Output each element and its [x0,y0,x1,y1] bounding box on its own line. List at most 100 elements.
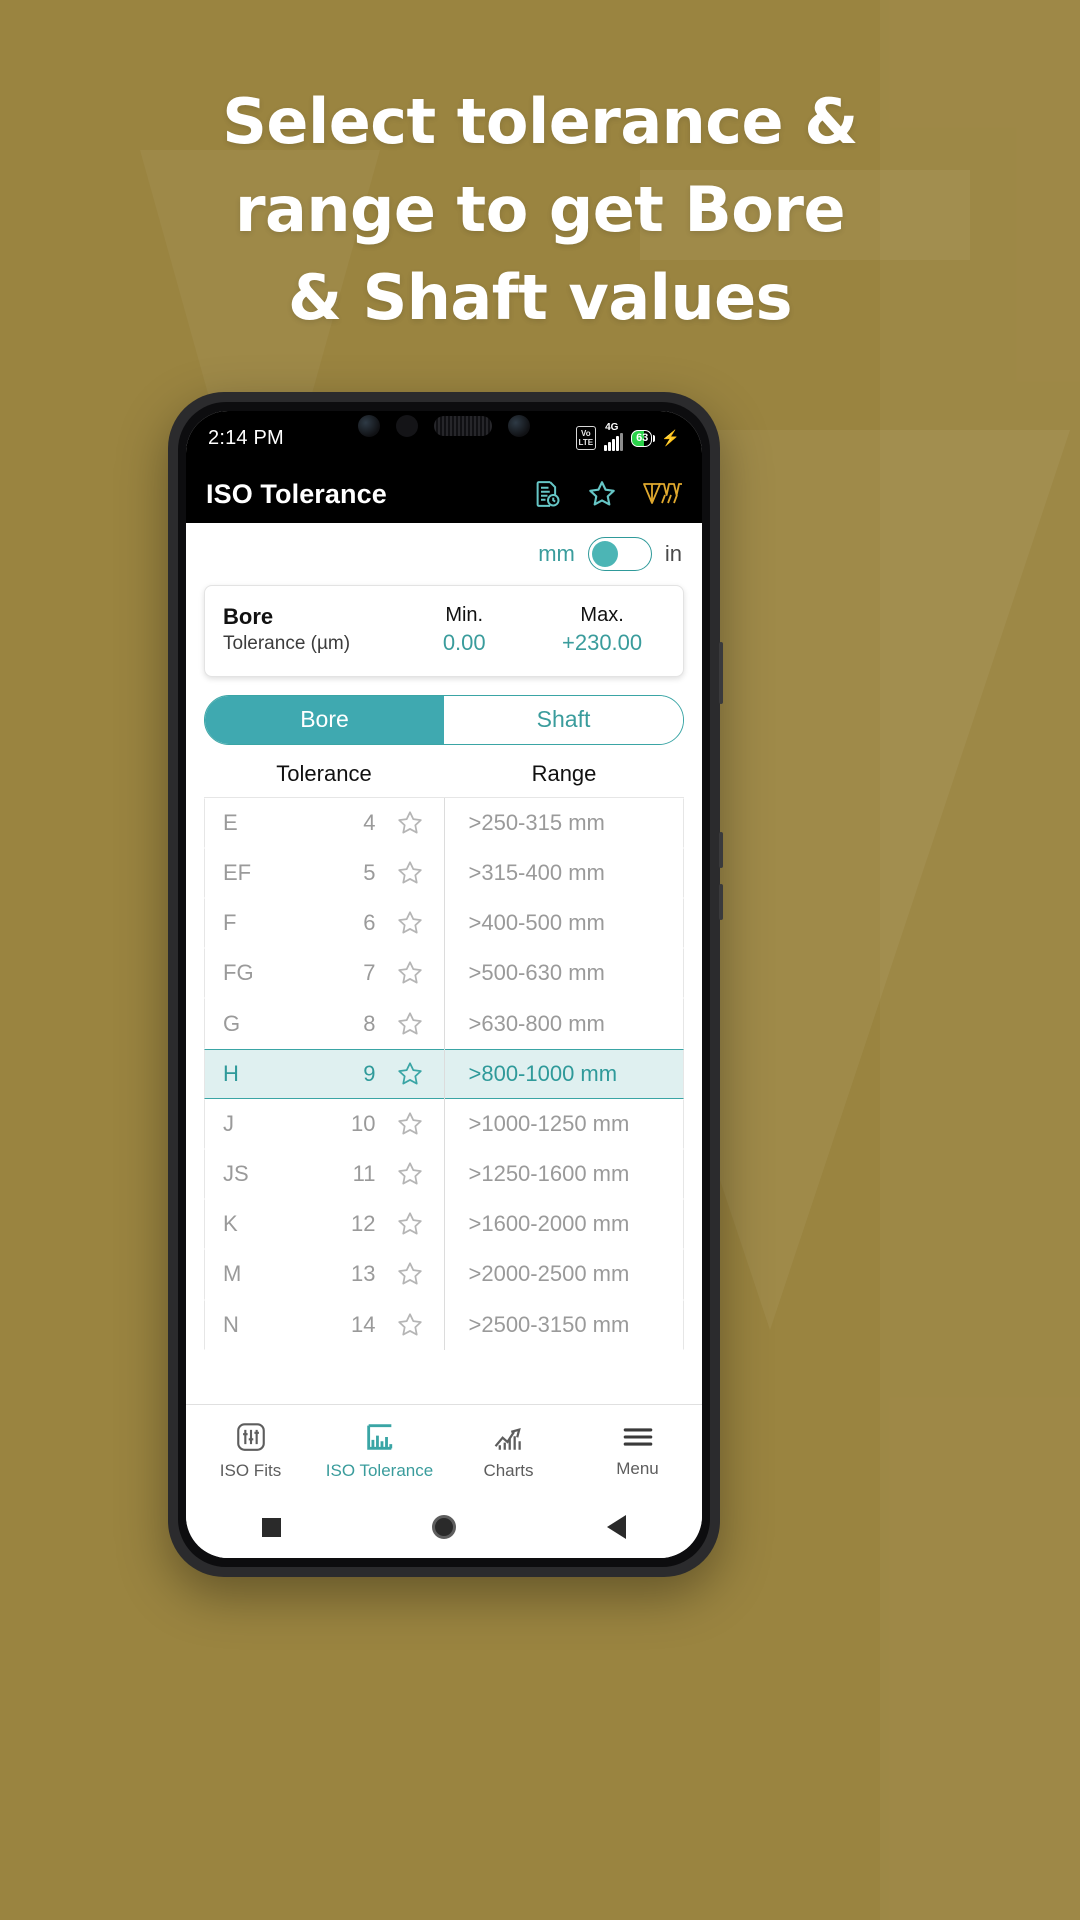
bore-shaft-segmented-control[interactable]: Bore Shaft [204,694,684,745]
back-triangle-icon[interactable] [607,1515,627,1539]
tolerance-row[interactable]: JS 11 [204,1149,444,1200]
nav-label-iso-tolerance: ISO Tolerance [325,1461,434,1480]
favorite-star-icon[interactable] [390,1009,430,1039]
tolerance-row[interactable]: J 10 [204,1098,444,1149]
tolerance-grade: 8 [363,1010,376,1036]
range-row[interactable]: >630-800 mm [445,998,684,1049]
favorite-star-icon[interactable] [390,1209,430,1239]
tolerance-row[interactable]: N 14 [204,1299,444,1350]
segment-bore[interactable]: Bore [205,695,444,744]
favorite-star-icon[interactable] [390,808,430,838]
volume-down-button [719,884,723,920]
range-list[interactable]: >250-315 mm >315-400 mm >400-500 mm >500-63… [444,797,684,1350]
favorite-star-icon[interactable] [390,1059,430,1089]
app-bar: ISO Tolerance [186,465,702,523]
range-label: >400-500 mm [468,910,605,936]
nav-label-charts: Charts [483,1461,534,1480]
favorite-star-icon[interactable] [390,1159,430,1189]
range-label: >500-630 mm [468,960,605,986]
unit-label-mm[interactable]: mm [538,541,575,567]
battery-icon: 63 [631,429,656,447]
nav-label-menu: Menu [616,1459,659,1478]
max-value: +230.00 [562,630,643,655]
phone-screen: 2:14 PM Vo LTE 4 G 63 ⚡ ISO Tolerance mm … [186,411,702,1558]
selection-lists: E 4 EF 5 F 6 FG 7 G 8 H 9 J 10 JS 11 K 12 M 13 N 14 >250-315 … [204,796,684,1350]
favorite-star-icon[interactable] [586,478,618,510]
headline-line-2: range to get Bore [234,173,846,247]
tolerance-row[interactable]: H9 [204,1048,444,1099]
tolerance-letter: N [223,1311,239,1337]
sensor-icon [396,415,418,437]
range-row[interactable]: >1000-1250 mm [445,1098,684,1149]
page-title: ISO Tolerance [206,478,387,509]
tolerance-grade: 7 [363,960,376,986]
favorite-star-icon[interactable] [390,1310,430,1340]
android-navigation-bar [186,1496,702,1558]
favorite-star-icon[interactable] [390,1109,430,1139]
range-row[interactable]: >1250-1600 mm [445,1149,684,1200]
range-label: >1000-1250 mm [468,1110,630,1136]
tolerance-letter: J [223,1110,234,1136]
tolerance-grade: 6 [363,910,376,936]
unit-toggle-row[interactable]: mm in [186,523,702,581]
range-row[interactable]: >250-315 mm [445,797,684,848]
range-label: >1600-2000 mm [468,1211,630,1237]
power-button [719,642,723,704]
history-document-icon[interactable] [532,479,562,509]
nav-item-iso-tolerance[interactable]: ISO Tolerance [315,1420,444,1481]
range-row[interactable]: >2000-2500 mm [445,1249,684,1300]
recents-square-icon[interactable] [261,1517,281,1537]
tolerance-row[interactable]: EF 5 [204,847,444,899]
nav-item-menu[interactable]: Menu [573,1422,702,1479]
tolerance-grade: 11 [352,1161,376,1187]
tolerance-row[interactable]: G8 [204,998,444,1049]
nav-label-iso-fits: ISO Fits [219,1461,282,1480]
tolerance-letter: H [223,1060,239,1086]
headline-line-3: & Shaft values [287,261,793,335]
range-row[interactable]: >500-630 mm [445,948,684,999]
tolerance-grade: 12 [351,1211,376,1237]
favorite-star-icon[interactable] [390,908,430,938]
earpiece-speaker-icon [434,416,492,436]
volte-icon: Vo LTE [575,426,597,450]
tolerance-grade: 14 [351,1311,376,1337]
range-row[interactable]: >2500-3150 mm [445,1299,684,1350]
favorite-star-icon[interactable] [390,1259,430,1289]
tolerance-column-header: Tolerance [276,760,372,786]
tolerance-grade: 10 [351,1110,376,1136]
status-time: 2:14 PM [208,426,284,449]
unit-label-in[interactable]: in [665,541,682,567]
range-label: >250-315 mm [468,809,605,835]
tolerance-letter: G [223,1010,241,1036]
tolerance-row[interactable]: K 12 [204,1199,444,1250]
battery-percent: 63 [636,432,649,444]
tolerance-row[interactable]: F6 [204,898,444,949]
tolerance-grade: 13 [351,1261,376,1287]
tolerance-row[interactable]: FG 7 [204,948,444,999]
range-label: >1250-1600 mm [468,1161,630,1187]
charging-bolt-icon: ⚡ [661,430,680,447]
brand-logo-icon[interactable] [642,479,684,509]
switch-knob [591,540,618,567]
nav-item-charts[interactable]: Charts [444,1420,573,1481]
tolerance-letter: FG [223,960,254,986]
unit-switch[interactable] [587,537,652,571]
range-row[interactable]: >400-500 mm [445,898,684,949]
nav-item-iso-fits[interactable]: ISO Fits [186,1420,315,1481]
max-label: Max. [580,604,624,626]
favorite-star-icon[interactable] [390,858,430,888]
segment-shaft[interactable]: Shaft [444,695,683,744]
home-circle-icon[interactable] [431,1515,456,1539]
range-row[interactable]: >800-1000 mm [444,1048,684,1099]
result-card: Bore Tolerance (µm) Min. 0.00 Max. +230.… [204,585,684,677]
volume-up-button [719,832,723,868]
tolerance-row[interactable]: E4 [204,797,444,848]
tolerance-row[interactable]: M 13 [204,1249,444,1300]
secondary-camera-icon [508,415,530,437]
range-row[interactable]: >315-400 mm [445,847,684,899]
favorite-star-icon[interactable] [390,958,430,988]
tolerance-grade: 4 [363,809,376,835]
range-row[interactable]: >1600-2000 mm [445,1199,684,1250]
range-label: >630-800 mm [468,1010,605,1036]
tolerance-list[interactable]: E 4 EF 5 F 6 FG 7 G 8 H 9 J 10 JS 11 K 12 M 13 N 14 [204,797,445,1350]
